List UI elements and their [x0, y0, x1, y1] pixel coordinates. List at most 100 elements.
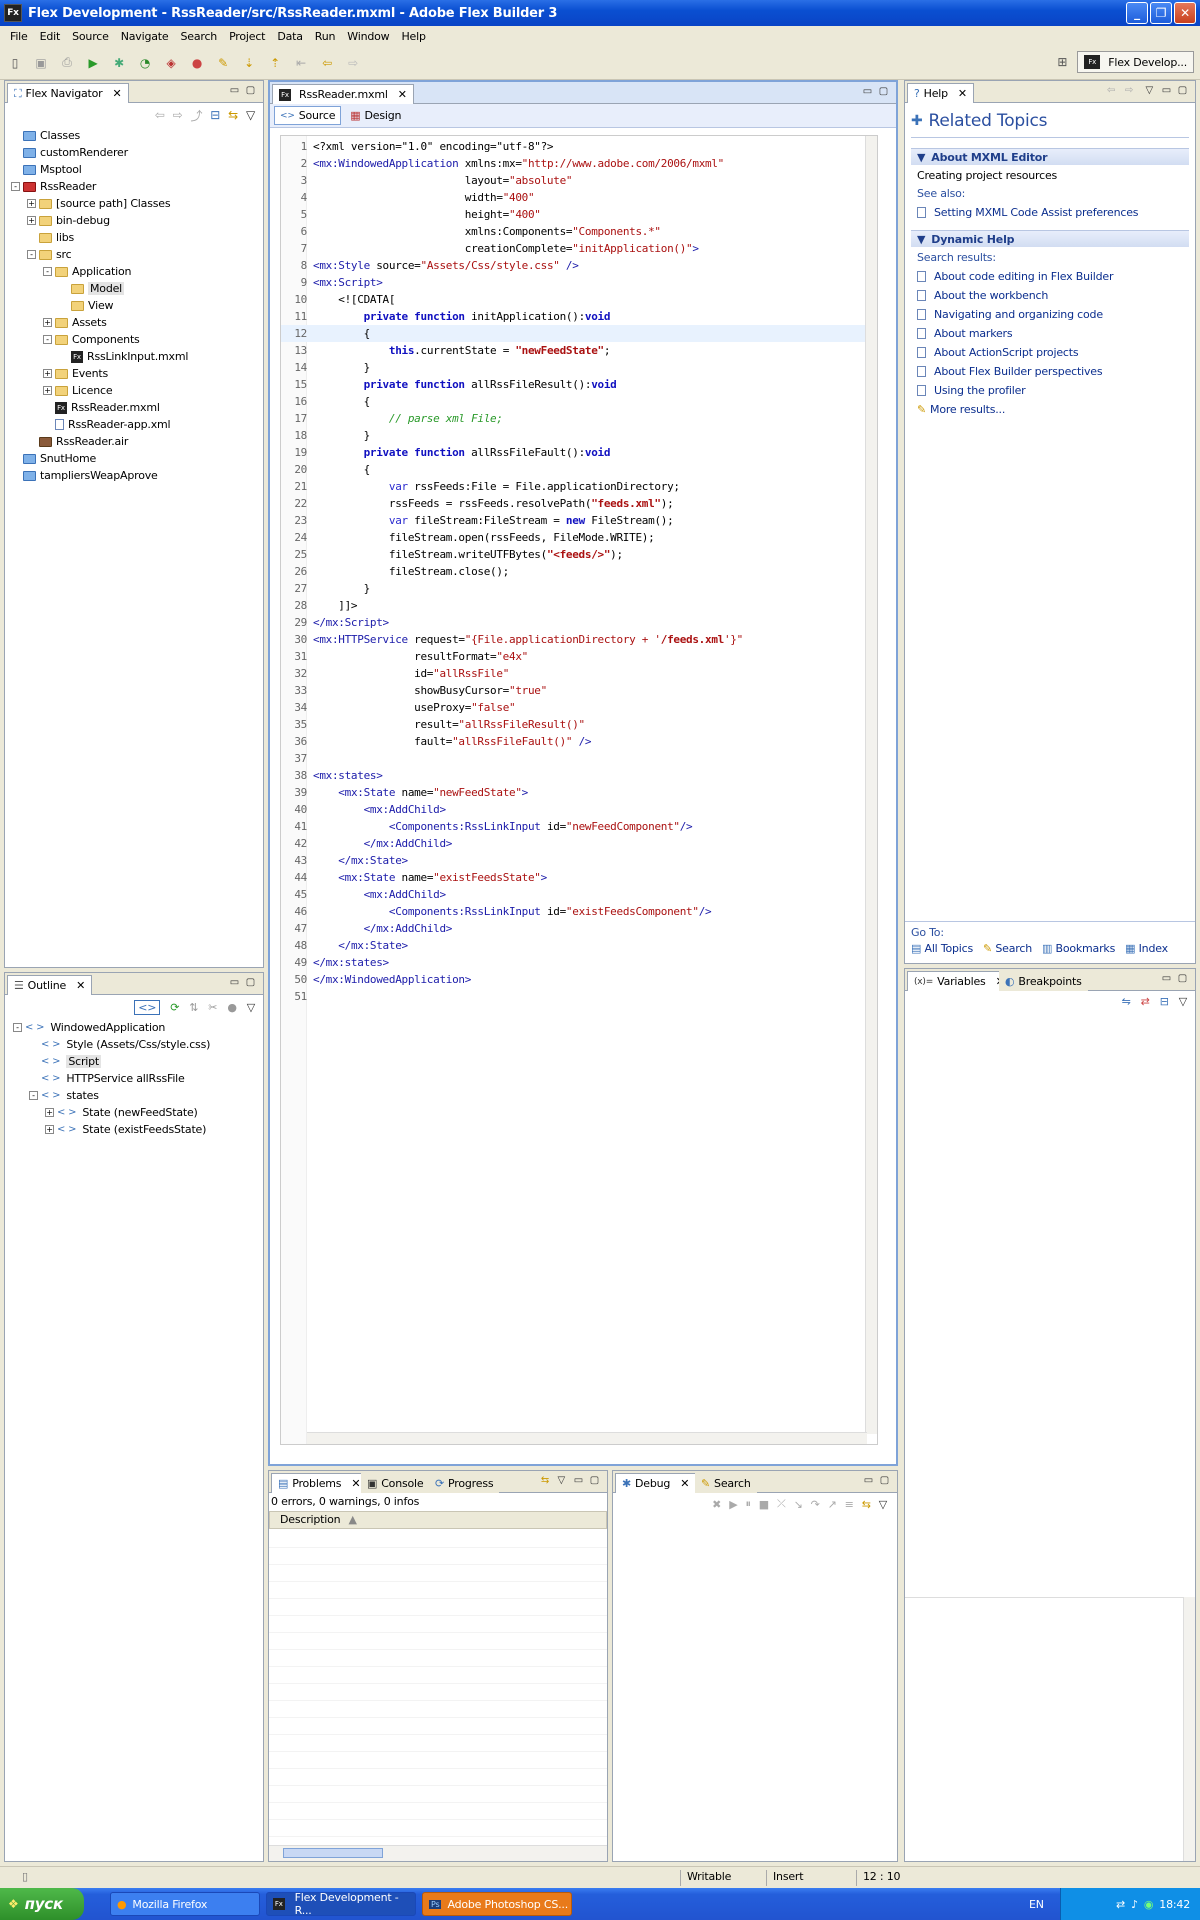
outline-item[interactable]: < > Script: [13, 1053, 263, 1070]
editor-horizontal-scrollbar[interactable]: [307, 1432, 867, 1444]
code-area[interactable]: 1 <?xml version="1.0" encoding="utf-8"?> 2…: [280, 135, 878, 1445]
volume-icon[interactable]: ♪: [1131, 1898, 1138, 1911]
expand-icon[interactable]: +: [27, 199, 36, 208]
window-titlebar[interactable]: Fx Flex Development - RssReader/src/RssR…: [0, 0, 1200, 26]
outline-item[interactable]: - < > WindowedApplication: [13, 1019, 263, 1036]
about-mxml-editor-section[interactable]: ▼ About MXML Editor: [911, 148, 1189, 165]
external-tools-icon[interactable]: ●: [188, 54, 206, 72]
maximize-view-icon[interactable]: ▢: [1178, 85, 1187, 96]
view-menu-icon[interactable]: ▽: [558, 1475, 566, 1486]
print-icon[interactable]: ⎙: [58, 54, 76, 72]
task-flex-builder[interactable]: Fx Flex Development - R...: [266, 1891, 416, 1917]
expand-icon[interactable]: +: [43, 369, 52, 378]
close-tab-icon[interactable]: ✕: [113, 87, 122, 100]
profile-icon[interactable]: ◔: [136, 54, 154, 72]
problems-list[interactable]: [269, 1531, 607, 1841]
link-with-editor-icon[interactable]: ⇆: [228, 108, 238, 122]
hide-static-icon[interactable]: ●: [227, 1001, 237, 1014]
mxml-view-icon[interactable]: <>: [134, 999, 161, 1015]
start-button[interactable]: ❖ пуск: [0, 1888, 84, 1920]
tab-outline[interactable]: ☰ Outline ✕: [7, 975, 93, 995]
maximize-view-icon[interactable]: ▢: [246, 85, 255, 96]
maximize-view-icon[interactable]: ▢: [880, 1475, 889, 1486]
forward-nav-icon[interactable]: ⇨: [173, 108, 183, 122]
menu-help[interactable]: Help: [395, 30, 431, 43]
collapse-all-icon[interactable]: ⊟: [210, 108, 220, 122]
tab-progress[interactable]: ⟳ Progress: [429, 1473, 500, 1493]
tree-item[interactable]: - Components: [11, 331, 263, 348]
collapse-icon[interactable]: -: [43, 267, 52, 276]
editor-vertical-scrollbar[interactable]: [865, 136, 877, 1434]
help-link[interactable]: About Flex Builder perspectives: [917, 362, 1183, 381]
outline-item[interactable]: + < > State (existFeedsState): [13, 1121, 263, 1138]
tree-item[interactable]: View: [11, 297, 263, 314]
collapse-icon[interactable]: -: [43, 335, 52, 344]
tree-item[interactable]: tampliersWeapAprove: [11, 467, 263, 484]
flex-development-perspective-button[interactable]: Fx Flex Develop...: [1077, 51, 1194, 73]
help-link[interactable]: About ActionScript projects: [917, 343, 1183, 362]
expand-icon[interactable]: +: [43, 386, 52, 395]
view-menu-icon[interactable]: ▽: [1146, 85, 1154, 96]
forward-help-icon[interactable]: ⇨: [1125, 85, 1133, 96]
close-tab-icon[interactable]: ✕: [398, 88, 407, 101]
up-nav-icon[interactable]: ⤴: [190, 107, 202, 124]
search-link[interactable]: ✎ Search: [983, 942, 1032, 955]
menu-file[interactable]: File: [4, 30, 34, 43]
tree-item[interactable]: + [source path] Classes: [11, 195, 263, 212]
use-step-filters-icon[interactable]: ⇆: [862, 1498, 871, 1511]
menu-data[interactable]: Data: [271, 30, 308, 43]
task-photoshop[interactable]: Ps Adobe Photoshop CS...: [422, 1892, 572, 1916]
bookmarks-link[interactable]: ▥ Bookmarks: [1042, 942, 1115, 955]
view-menu-icon[interactable]: ▽: [1179, 995, 1187, 1008]
collapse-icon[interactable]: -: [27, 250, 36, 259]
close-tab-icon[interactable]: ✕: [680, 1477, 689, 1490]
view-menu-icon[interactable]: ▽: [246, 108, 255, 122]
tab-rssreader-mxml[interactable]: Fx RssReader.mxml ✕: [272, 84, 414, 104]
view-menu-icon[interactable]: ▽: [879, 1498, 887, 1511]
tree-item[interactable]: libs: [11, 229, 263, 246]
expand-icon[interactable]: +: [43, 318, 52, 327]
minimize-view-icon[interactable]: ▭: [230, 977, 239, 988]
tree-item[interactable]: RssReader-app.xml: [11, 416, 263, 433]
description-column-header[interactable]: Description ▲: [269, 1511, 607, 1529]
close-tab-icon[interactable]: ✕: [351, 1477, 360, 1490]
help-link-code-assist[interactable]: Setting MXML Code Assist preferences: [917, 203, 1183, 222]
help-link[interactable]: Navigating and organizing code: [917, 305, 1183, 324]
remove-terminated-icon[interactable]: ✖: [712, 1498, 721, 1511]
collapse-icon[interactable]: -: [11, 182, 20, 191]
back-icon[interactable]: ⇦: [318, 54, 336, 72]
problems-horizontal-scrollbar[interactable]: [269, 1845, 607, 1861]
task-firefox[interactable]: ● Mozilla Firefox: [110, 1892, 260, 1916]
minimize-view-icon[interactable]: ▭: [864, 1475, 873, 1486]
collapse-icon[interactable]: -: [13, 1023, 22, 1032]
sort-icon[interactable]: ⇅: [189, 1001, 198, 1014]
tree-item[interactable]: - Application: [11, 263, 263, 280]
variables-detail-scrollbar[interactable]: [1183, 1597, 1195, 1861]
design-mode-button[interactable]: ▦ Design: [345, 107, 406, 124]
outline-item[interactable]: < > HTTPService allRssFile: [13, 1070, 263, 1087]
tab-flex-navigator[interactable]: ⛶ Flex Navigator ✕: [7, 83, 129, 103]
all-topics-link[interactable]: ▤ All Topics: [911, 942, 973, 955]
suspend-icon[interactable]: ⏸: [745, 1497, 751, 1511]
maximize-editor-icon[interactable]: ▢: [879, 86, 888, 97]
hide-fields-icon[interactable]: ✂: [208, 1001, 217, 1014]
show-type-names-icon[interactable]: ⇋: [1122, 995, 1131, 1008]
prev-annotation-icon[interactable]: ⇡: [266, 54, 284, 72]
minimize-editor-icon[interactable]: ▭: [863, 86, 872, 97]
step-return-icon[interactable]: ↗: [828, 1498, 837, 1511]
antivirus-icon[interactable]: ◉: [1144, 1898, 1154, 1911]
menu-search[interactable]: Search: [174, 30, 223, 43]
help-link[interactable]: About the workbench: [917, 286, 1183, 305]
tree-item[interactable]: customRenderer: [11, 144, 263, 161]
step-into-icon[interactable]: ↘: [794, 1498, 803, 1511]
expand-icon[interactable]: +: [45, 1125, 54, 1134]
tree-item[interactable]: + Events: [11, 365, 263, 382]
more-results-link[interactable]: ✎ More results...: [917, 400, 1183, 419]
search-toolbar-icon[interactable]: ✎: [214, 54, 232, 72]
menu-source[interactable]: Source: [66, 30, 115, 43]
tree-item[interactable]: + Licence: [11, 382, 263, 399]
tree-item[interactable]: + bin-debug: [11, 212, 263, 229]
menu-run[interactable]: Run: [309, 30, 342, 43]
minimize-button[interactable]: _: [1126, 2, 1148, 24]
collapse-all-icon[interactable]: ⊟: [1160, 995, 1169, 1008]
